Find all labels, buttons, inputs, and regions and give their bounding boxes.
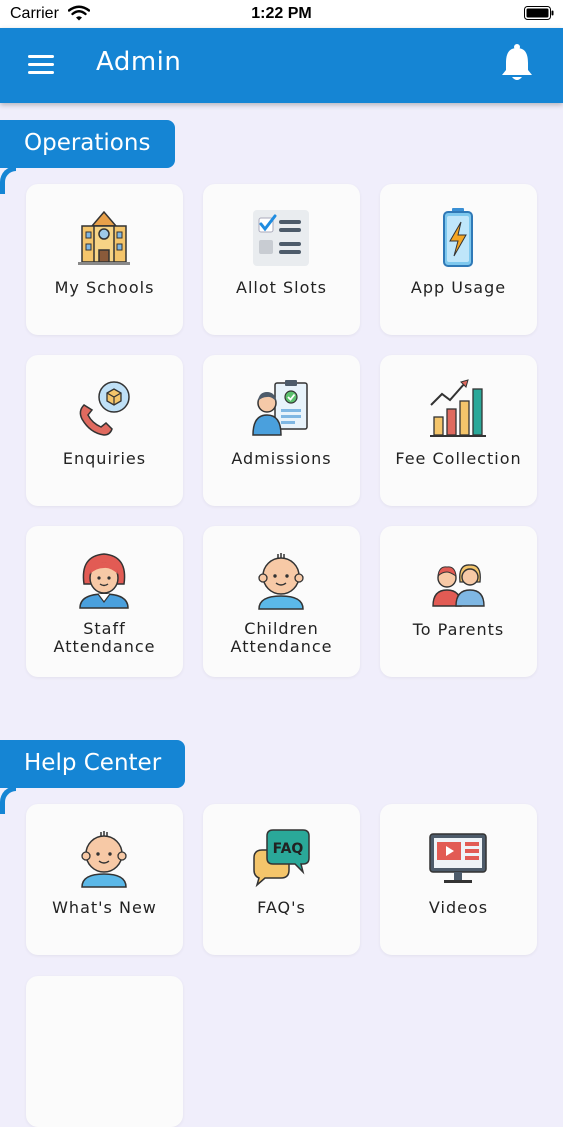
faq-bubble-icon: FAQ [253, 829, 310, 888]
card-my-schools[interactable]: My Schools [26, 184, 183, 335]
card-label-line2: Attendance [53, 637, 156, 656]
card-admissions[interactable]: Admissions [203, 355, 360, 506]
admission-form-icon [252, 380, 308, 436]
section-title-operations: Operations [0, 120, 175, 194]
section-title-help-center: Help Center [0, 740, 185, 814]
staff-woman-icon [79, 553, 129, 609]
hamburger-menu-icon[interactable] [28, 55, 54, 75]
card-children-attendance[interactable]: Children Attendance [203, 526, 360, 677]
card-label-line1: Children [244, 619, 319, 638]
child-face-icon [258, 553, 304, 610]
checklist-icon [253, 210, 309, 266]
battery-charging-icon [443, 208, 473, 267]
clock: 1:22 PM [251, 5, 312, 22]
parents-icon [432, 564, 485, 607]
battery-icon [524, 6, 554, 20]
section-title-text: Operations [24, 130, 151, 156]
faq-icon-text: FAQ [273, 841, 304, 857]
card-label: Allot Slots [236, 278, 327, 297]
card-faqs[interactable]: FAQ FAQ's [203, 804, 360, 955]
card-enquiries[interactable]: Enquiries [26, 355, 183, 506]
school-building-icon [78, 210, 130, 265]
notification-bell-icon[interactable] [500, 43, 534, 83]
card-label: App Usage [410, 278, 507, 297]
card-label: My Schools [54, 278, 155, 297]
phone-call-icon [79, 381, 130, 436]
card-label: To Parents [412, 620, 505, 639]
status-bar: Carrier 1:22 PM [0, 0, 563, 28]
card-whats-new[interactable]: What's New [26, 804, 183, 955]
card-label: Fee Collection [395, 449, 522, 468]
card-label: FAQ's [257, 898, 306, 917]
card-label: Admissions [231, 449, 332, 468]
card-app-usage[interactable]: App Usage [380, 184, 537, 335]
video-monitor-icon [429, 833, 487, 883]
baby-face-icon [81, 831, 127, 888]
card-fee-collection[interactable]: Fee Collection [380, 355, 537, 506]
card-staff-attendance[interactable]: Staff Attendance [26, 526, 183, 677]
card-label-line1: Staff [83, 619, 126, 638]
card-label-line2: Attendance [230, 637, 333, 656]
card-label: Videos [428, 898, 489, 917]
card-label: Enquiries [62, 449, 147, 468]
card-partial[interactable] [26, 976, 183, 1127]
card-allot-slots[interactable]: Allot Slots [203, 184, 360, 335]
section-title-text: Help Center [24, 750, 162, 776]
card-label: What's New [52, 898, 157, 917]
card-videos[interactable]: Videos [380, 804, 537, 955]
page-title: Admin [96, 47, 182, 77]
bar-chart-icon [430, 379, 486, 437]
card-to-parents[interactable]: To Parents [380, 526, 537, 677]
app-bar: Admin [0, 28, 563, 103]
